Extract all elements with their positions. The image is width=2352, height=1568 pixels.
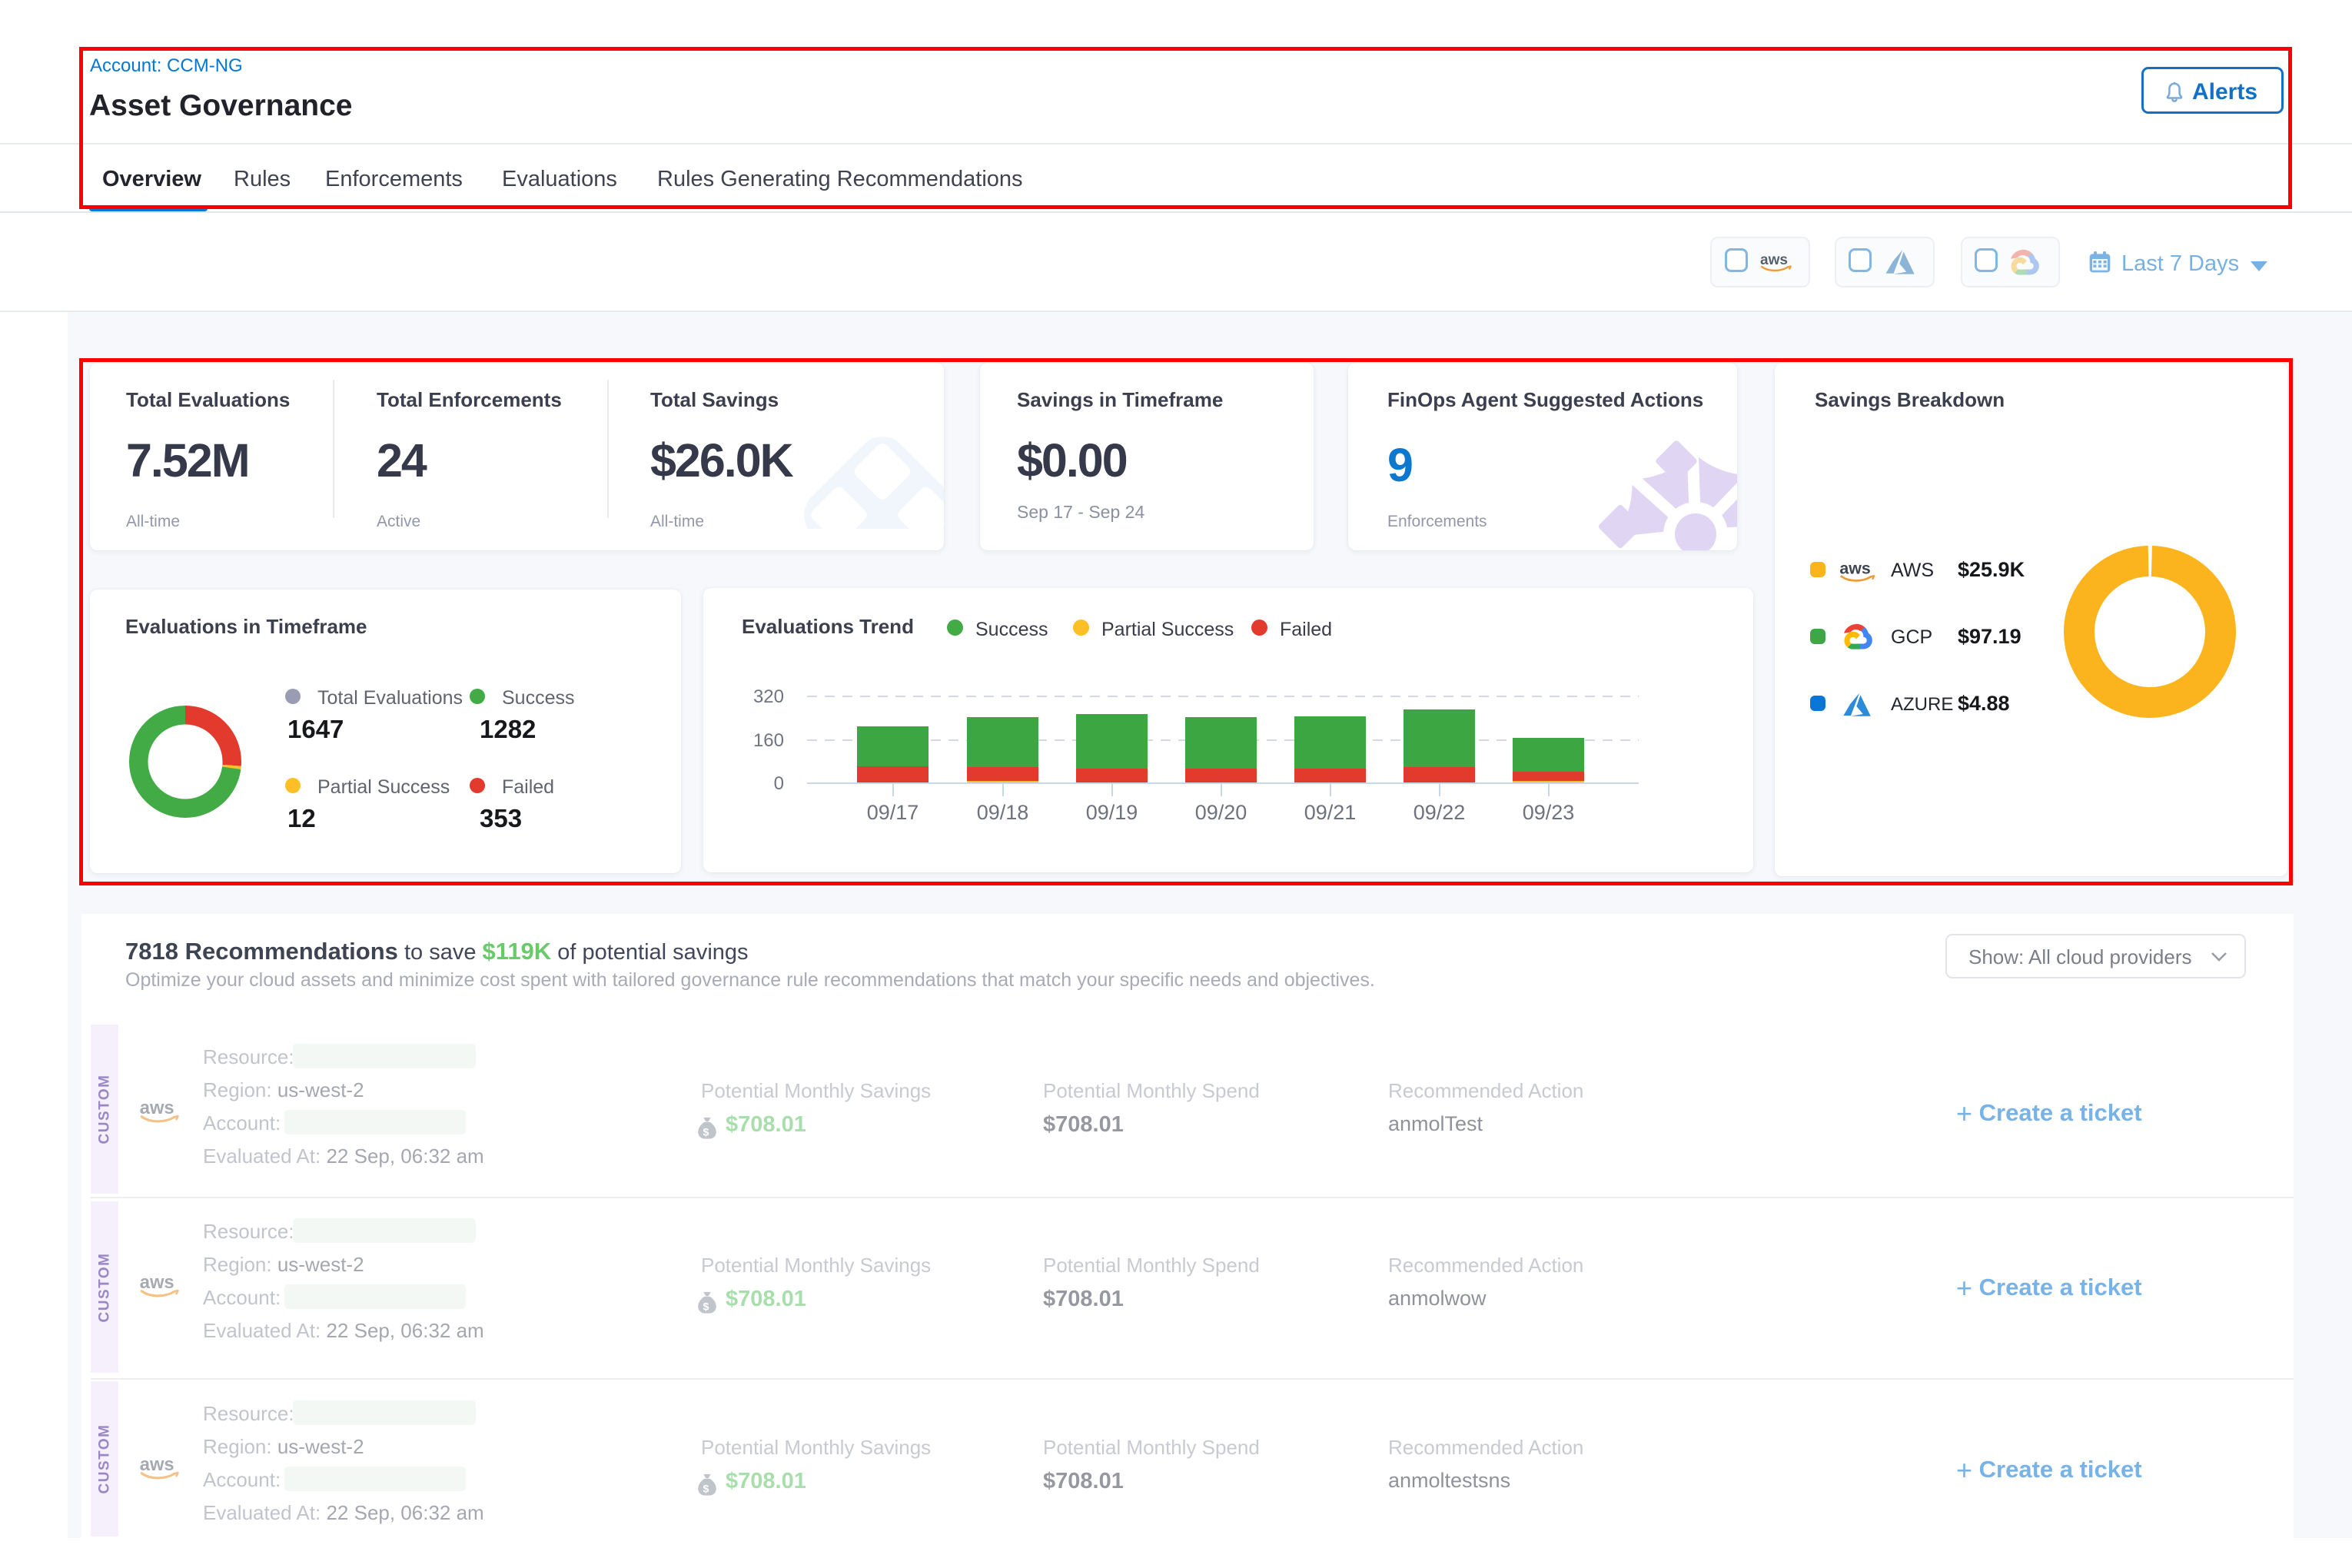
svg-text:aws: aws <box>140 1272 174 1293</box>
svg-text:aws: aws <box>1760 252 1788 268</box>
svg-text:aws: aws <box>140 1098 174 1118</box>
svg-text:$: $ <box>703 1483 709 1496</box>
svg-text:aws: aws <box>1839 560 1870 578</box>
svg-text:aws: aws <box>140 1454 174 1475</box>
svg-text:$: $ <box>703 1301 709 1314</box>
svg-text:$: $ <box>703 1127 709 1139</box>
